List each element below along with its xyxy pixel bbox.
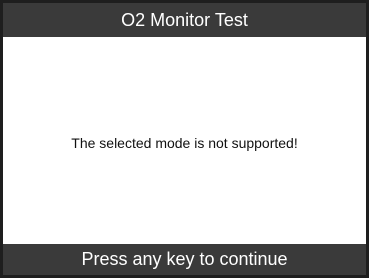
screen-title: O2 Monitor Test: [121, 9, 248, 30]
continue-prompt: Press any key to continue: [81, 249, 288, 269]
message-area: The selected mode is not supported!: [3, 37, 366, 244]
footer-bar[interactable]: Press any key to continue: [3, 244, 366, 275]
title-bar: O2 Monitor Test: [3, 3, 366, 37]
device-screen: O2 Monitor Test The selected mode is not…: [0, 0, 369, 278]
status-message: The selected mode is not supported!: [71, 134, 298, 151]
